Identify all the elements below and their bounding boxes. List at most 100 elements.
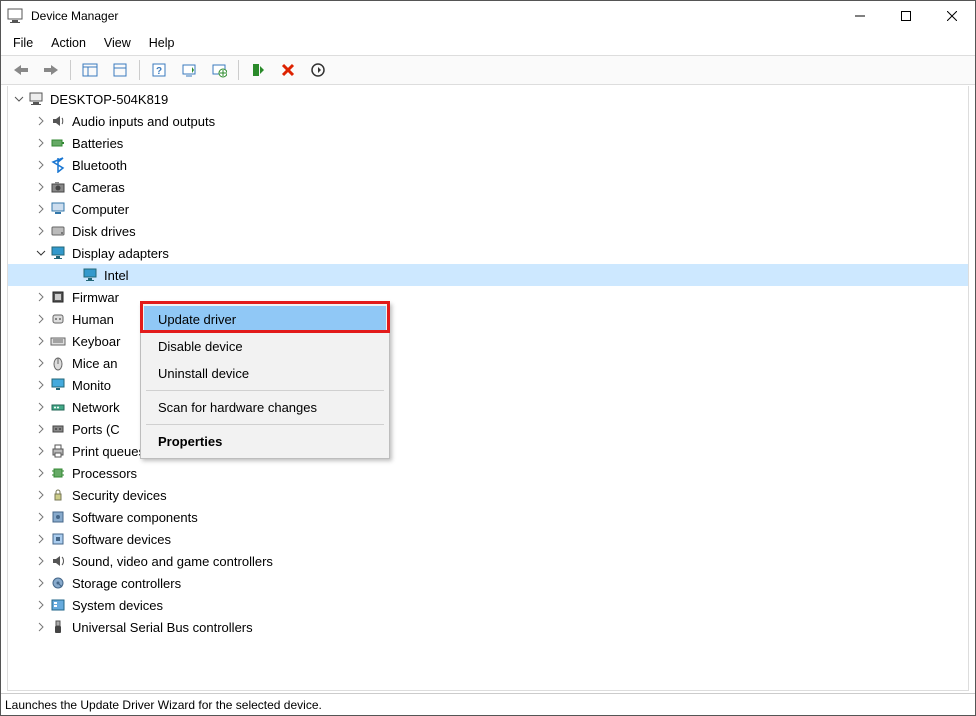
ctx-scan-hardware[interactable]: Scan for hardware changes <box>144 394 386 421</box>
tree-category-swcomp[interactable]: Software components <box>8 506 968 528</box>
expander-icon[interactable] <box>34 466 48 480</box>
show-hide-tree-button[interactable] <box>76 58 104 82</box>
network-icon <box>50 399 66 415</box>
tree-category-label: Sound, video and game controllers <box>72 554 273 569</box>
processors-icon <box>50 465 66 481</box>
expander-icon[interactable] <box>34 246 48 260</box>
close-button[interactable] <box>929 1 975 31</box>
tree-category-label: Network <box>72 400 120 415</box>
uninstall-device-button[interactable] <box>274 58 302 82</box>
computer-icon <box>50 201 66 217</box>
toolbar: ? <box>1 55 975 85</box>
security-icon <box>50 487 66 503</box>
ports-icon <box>50 421 66 437</box>
forward-button[interactable] <box>37 58 65 82</box>
svg-text:?: ? <box>156 66 162 77</box>
disk-icon <box>50 223 66 239</box>
expander-icon[interactable] <box>34 312 48 326</box>
tree-category-cameras[interactable]: Cameras <box>8 176 968 198</box>
tree-category-label: Monito <box>72 378 111 393</box>
tree-device-label: Intel <box>104 268 129 283</box>
tree-category-processors[interactable]: Processors <box>8 462 968 484</box>
expander-icon[interactable] <box>34 290 48 304</box>
printq-icon <box>50 443 66 459</box>
back-button[interactable] <box>7 58 35 82</box>
tree-category-usb[interactable]: Universal Serial Bus controllers <box>8 616 968 638</box>
tree-category-computer[interactable]: Computer <box>8 198 968 220</box>
ctx-properties[interactable]: Properties <box>144 428 386 455</box>
scan-hardware-button[interactable] <box>175 58 203 82</box>
tree-category-label: Software components <box>72 510 198 525</box>
titlebar: Device Manager <box>1 1 975 31</box>
tree-category-bluetooth[interactable]: Bluetooth <box>8 154 968 176</box>
expander-icon[interactable] <box>34 378 48 392</box>
expander-icon[interactable] <box>34 444 48 458</box>
enable-device-button[interactable] <box>244 58 272 82</box>
toolbar-separator <box>139 60 140 80</box>
update-driver-button[interactable] <box>205 58 233 82</box>
tree-category-sound[interactable]: Sound, video and game controllers <box>8 550 968 572</box>
tree-category-security[interactable]: Security devices <box>8 484 968 506</box>
tree-category-label: Universal Serial Bus controllers <box>72 620 253 635</box>
expander-icon[interactable] <box>34 356 48 370</box>
tree-category-label: Keyboar <box>72 334 120 349</box>
swcomp-icon <box>50 509 66 525</box>
tree-category-label: Firmwar <box>72 290 119 305</box>
system-icon <box>50 597 66 613</box>
expander-icon[interactable] <box>34 334 48 348</box>
expander-icon[interactable] <box>12 92 26 106</box>
firmware-icon <box>50 289 66 305</box>
expander-icon[interactable] <box>34 554 48 568</box>
expander-icon[interactable] <box>34 620 48 634</box>
ctx-separator <box>146 390 384 391</box>
sound-icon <box>50 553 66 569</box>
cameras-icon <box>50 179 66 195</box>
expander-icon[interactable] <box>34 114 48 128</box>
display-adapter-icon <box>82 267 98 283</box>
menu-action[interactable]: Action <box>51 36 86 50</box>
expander-icon[interactable] <box>34 136 48 150</box>
tree-category-audio[interactable]: Audio inputs and outputs <box>8 110 968 132</box>
expander-icon[interactable] <box>34 422 48 436</box>
expander-icon[interactable] <box>34 576 48 590</box>
expander-icon[interactable] <box>34 532 48 546</box>
menubar: File Action View Help <box>1 31 975 55</box>
tree-category-label: Audio inputs and outputs <box>72 114 215 129</box>
tree-device-intel-graphics[interactable]: Intel <box>8 264 968 286</box>
tree-category-label: Processors <box>72 466 137 481</box>
tree-category-batteries[interactable]: Batteries <box>8 132 968 154</box>
properties-button[interactable] <box>106 58 134 82</box>
ctx-separator <box>146 424 384 425</box>
menu-view[interactable]: View <box>104 36 131 50</box>
tree-category-label: Security devices <box>72 488 167 503</box>
expander-icon[interactable] <box>34 180 48 194</box>
tree-category-label: System devices <box>72 598 163 613</box>
window-buttons <box>837 1 975 31</box>
expander-icon[interactable] <box>34 488 48 502</box>
expander-icon[interactable] <box>34 158 48 172</box>
expander-icon[interactable] <box>34 224 48 238</box>
expander-icon[interactable] <box>34 400 48 414</box>
tree-category-display[interactable]: Display adapters <box>8 242 968 264</box>
tree-category-disk[interactable]: Disk drives <box>8 220 968 242</box>
swdev-icon <box>50 531 66 547</box>
tree-category-storage[interactable]: Storage controllers <box>8 572 968 594</box>
ctx-update-driver[interactable]: Update driver <box>144 306 386 333</box>
disable-device-button[interactable] <box>304 58 332 82</box>
menu-help[interactable]: Help <box>149 36 175 50</box>
tree-root[interactable]: DESKTOP-504K819 <box>8 88 968 110</box>
help-button[interactable]: ? <box>145 58 173 82</box>
mice-icon <box>50 355 66 371</box>
tree-category-label: Software devices <box>72 532 171 547</box>
ctx-disable-device[interactable]: Disable device <box>144 333 386 360</box>
tree-category-system[interactable]: System devices <box>8 594 968 616</box>
minimize-button[interactable] <box>837 1 883 31</box>
expander-icon[interactable] <box>34 598 48 612</box>
menu-file[interactable]: File <box>13 36 33 50</box>
expander-icon[interactable] <box>34 202 48 216</box>
tree-category-swdev[interactable]: Software devices <box>8 528 968 550</box>
expander-icon[interactable] <box>34 510 48 524</box>
tree-category-label: Disk drives <box>72 224 136 239</box>
ctx-uninstall-device[interactable]: Uninstall device <box>144 360 386 387</box>
maximize-button[interactable] <box>883 1 929 31</box>
